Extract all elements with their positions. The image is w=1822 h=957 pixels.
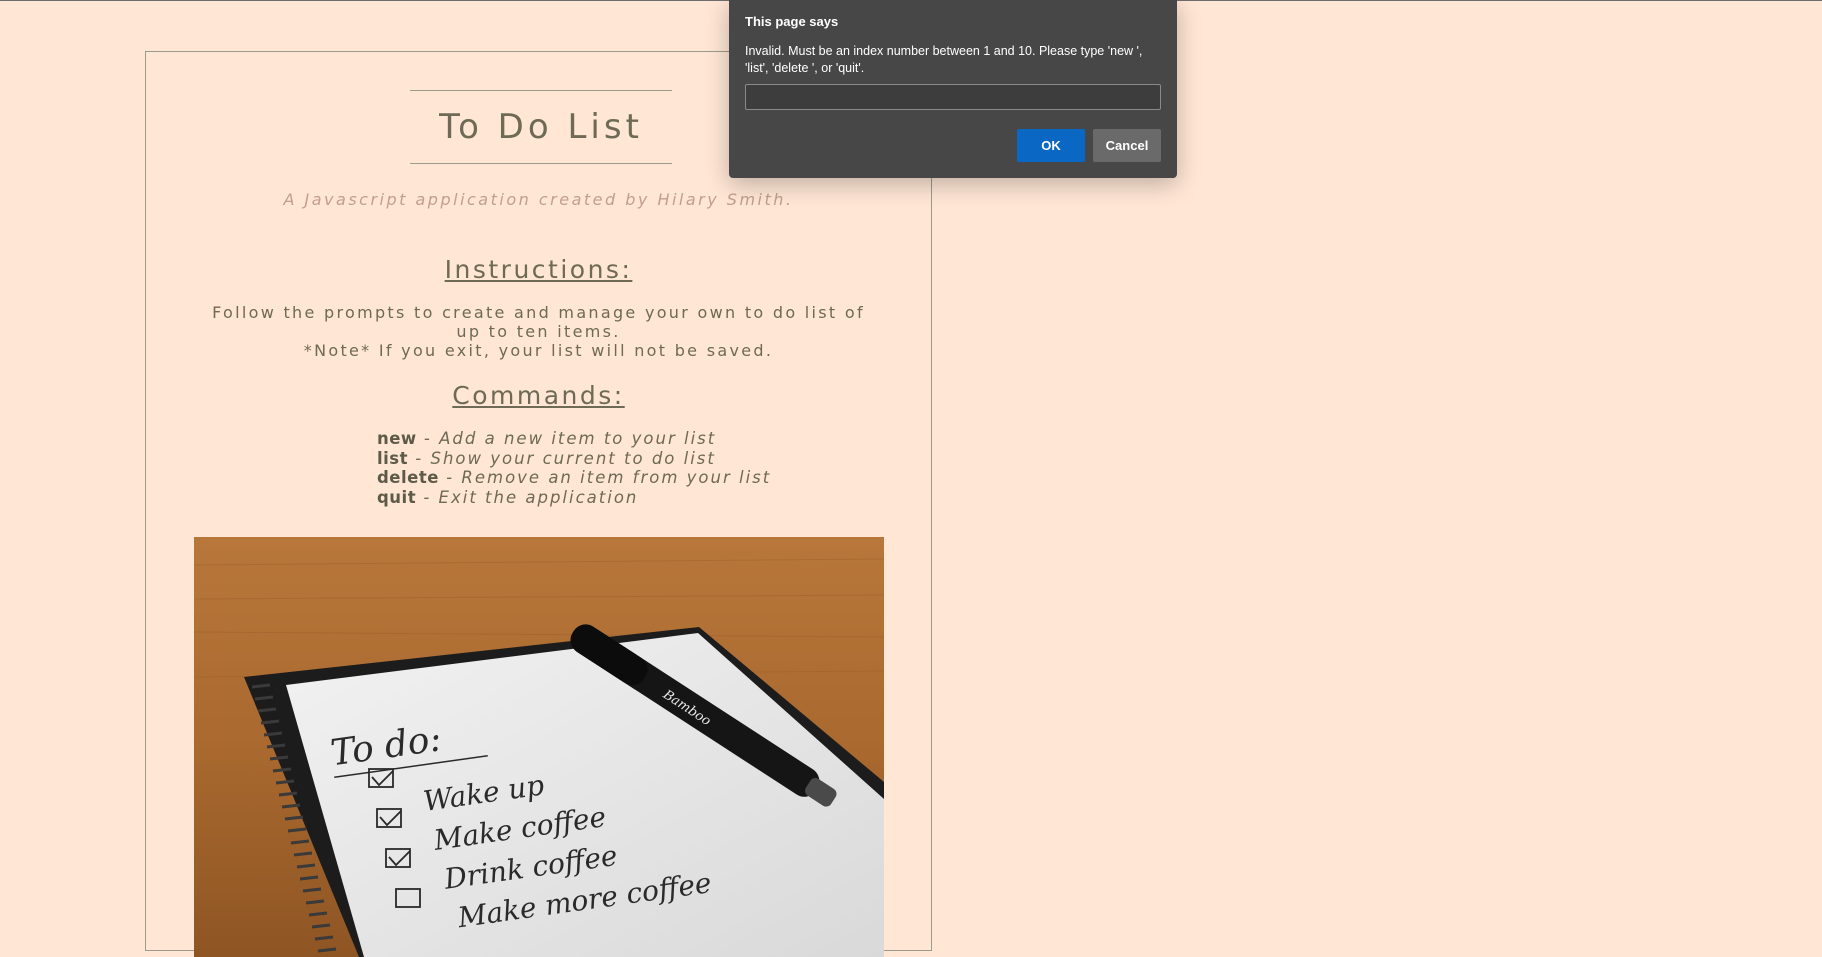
dialog-message: Invalid. Must be an index number between… [745, 44, 1143, 75]
page-title: To Do List [439, 107, 643, 147]
command-item: list - Show your current to do list [377, 449, 771, 469]
instructions-heading: Instructions: [444, 255, 633, 284]
cancel-button[interactable]: Cancel [1093, 129, 1161, 162]
instructions-text: Follow the prompts to create and manage … [206, 303, 871, 360]
command-item: quit - Exit the application [377, 488, 771, 508]
ok-button[interactable]: OK [1017, 129, 1085, 162]
app-card: To Do List A Javascript application crea… [145, 51, 932, 957]
command-desc: - Add a new item to your list [416, 429, 717, 448]
dialog-title: This page says [745, 14, 839, 29]
prompt-dialog: This page says Invalid. Must be an index… [729, 0, 1177, 178]
command-key: delete [377, 468, 439, 487]
instructions-line-2: *Note* If you exit, your list will not b… [303, 341, 774, 360]
command-desc: - Remove an item from your list [438, 468, 772, 487]
command-key: list [377, 448, 409, 468]
notebook-photo: To do: Wake up Make coffee Drink coffee … [194, 537, 884, 957]
command-key: quit [377, 487, 417, 507]
commands-list: new - Add a new item to your list list -… [377, 429, 771, 507]
command-item: new - Add a new item to your list [377, 429, 771, 449]
command-desc: - Exit the application [416, 487, 639, 507]
commands-heading: Commands: [452, 381, 625, 410]
page-subtitle: A Javascript application created by Hila… [283, 190, 794, 209]
title-box: To Do List [410, 90, 672, 164]
command-item: delete - Remove an item from your list [377, 468, 771, 488]
dialog-input[interactable] [745, 84, 1161, 110]
instructions-line-1: Follow the prompts to create and manage … [212, 303, 865, 341]
command-key: new [377, 429, 417, 448]
command-desc: - Show your current to do list [408, 448, 716, 468]
